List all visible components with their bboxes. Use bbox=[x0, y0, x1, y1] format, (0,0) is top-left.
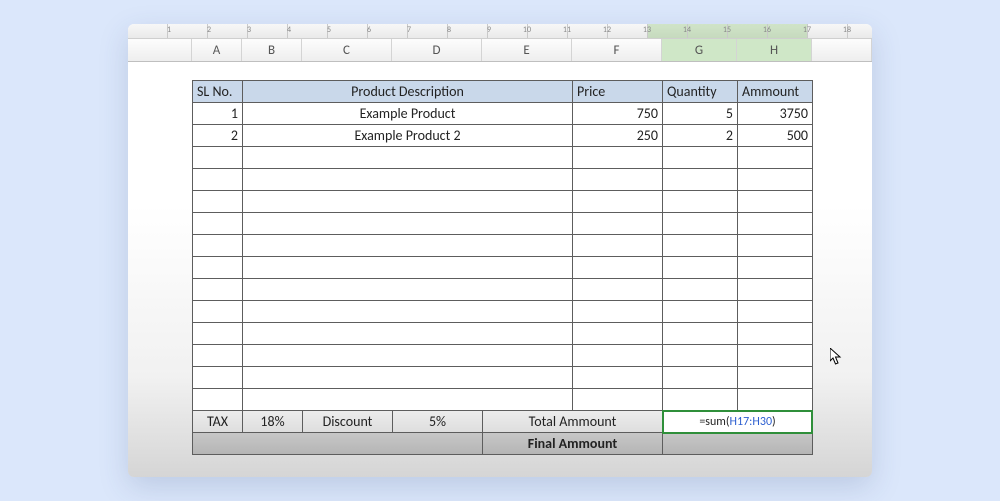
hdr-qty: Quantity bbox=[663, 81, 738, 103]
sheet-body: SL No. Product Description Price Quantit… bbox=[128, 62, 872, 80]
table-row[interactable] bbox=[193, 323, 813, 345]
table-row[interactable] bbox=[193, 147, 813, 169]
col-G[interactable]: G bbox=[662, 39, 737, 61]
totals-row[interactable]: TAX 18% Discount 5% Total Ammount =sum(H… bbox=[193, 411, 813, 433]
table-row[interactable] bbox=[193, 345, 813, 367]
col-A[interactable]: A bbox=[192, 39, 242, 61]
table-row[interactable]: 2 Example Product 2 250 2 500 bbox=[193, 125, 813, 147]
table-row[interactable] bbox=[193, 191, 813, 213]
table-row[interactable]: 1 Example Product 750 5 3750 bbox=[193, 103, 813, 125]
col-E[interactable]: E bbox=[482, 39, 572, 61]
hdr-sl: SL No. bbox=[193, 81, 243, 103]
col-F[interactable]: F bbox=[572, 39, 662, 61]
hdr-desc: Product Description bbox=[243, 81, 573, 103]
horizontal-ruler bbox=[128, 24, 872, 39]
data-grid[interactable]: SL No. Product Description Price Quantit… bbox=[192, 80, 813, 455]
table-row[interactable] bbox=[193, 367, 813, 389]
table-row[interactable] bbox=[193, 389, 813, 411]
table-row[interactable] bbox=[193, 301, 813, 323]
table-row[interactable] bbox=[193, 169, 813, 191]
col-H[interactable]: H bbox=[737, 39, 812, 61]
hdr-amount: Ammount bbox=[738, 81, 813, 103]
col-C[interactable]: C bbox=[302, 39, 392, 61]
col-B[interactable]: B bbox=[242, 39, 302, 61]
table-row[interactable] bbox=[193, 213, 813, 235]
col-D[interactable]: D bbox=[392, 39, 482, 61]
table-header-row: SL No. Product Description Price Quantit… bbox=[193, 81, 813, 103]
table-row[interactable] bbox=[193, 279, 813, 301]
column-headers[interactable]: A B C D E F G H bbox=[128, 39, 872, 62]
table-row[interactable] bbox=[193, 235, 813, 257]
total-formula-cell[interactable]: =sum(H17:H30) bbox=[663, 411, 813, 433]
formula-text: =sum(H17:H30) bbox=[699, 415, 775, 429]
hdr-price: Price bbox=[573, 81, 663, 103]
table-row[interactable] bbox=[193, 257, 813, 279]
mouse-cursor-icon bbox=[830, 348, 842, 366]
final-row[interactable]: Final Ammount bbox=[193, 433, 813, 455]
spreadsheet-window: A B C D E F G H SL No. Product Descripti… bbox=[128, 24, 872, 477]
